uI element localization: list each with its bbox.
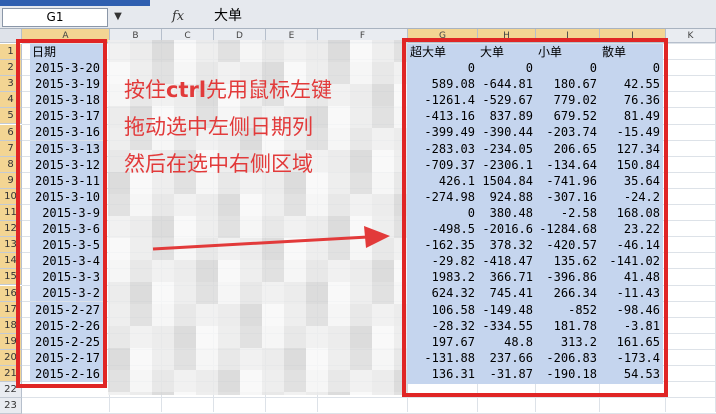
right-highlight-box [402,38,668,397]
left-highlight-box [16,39,107,388]
